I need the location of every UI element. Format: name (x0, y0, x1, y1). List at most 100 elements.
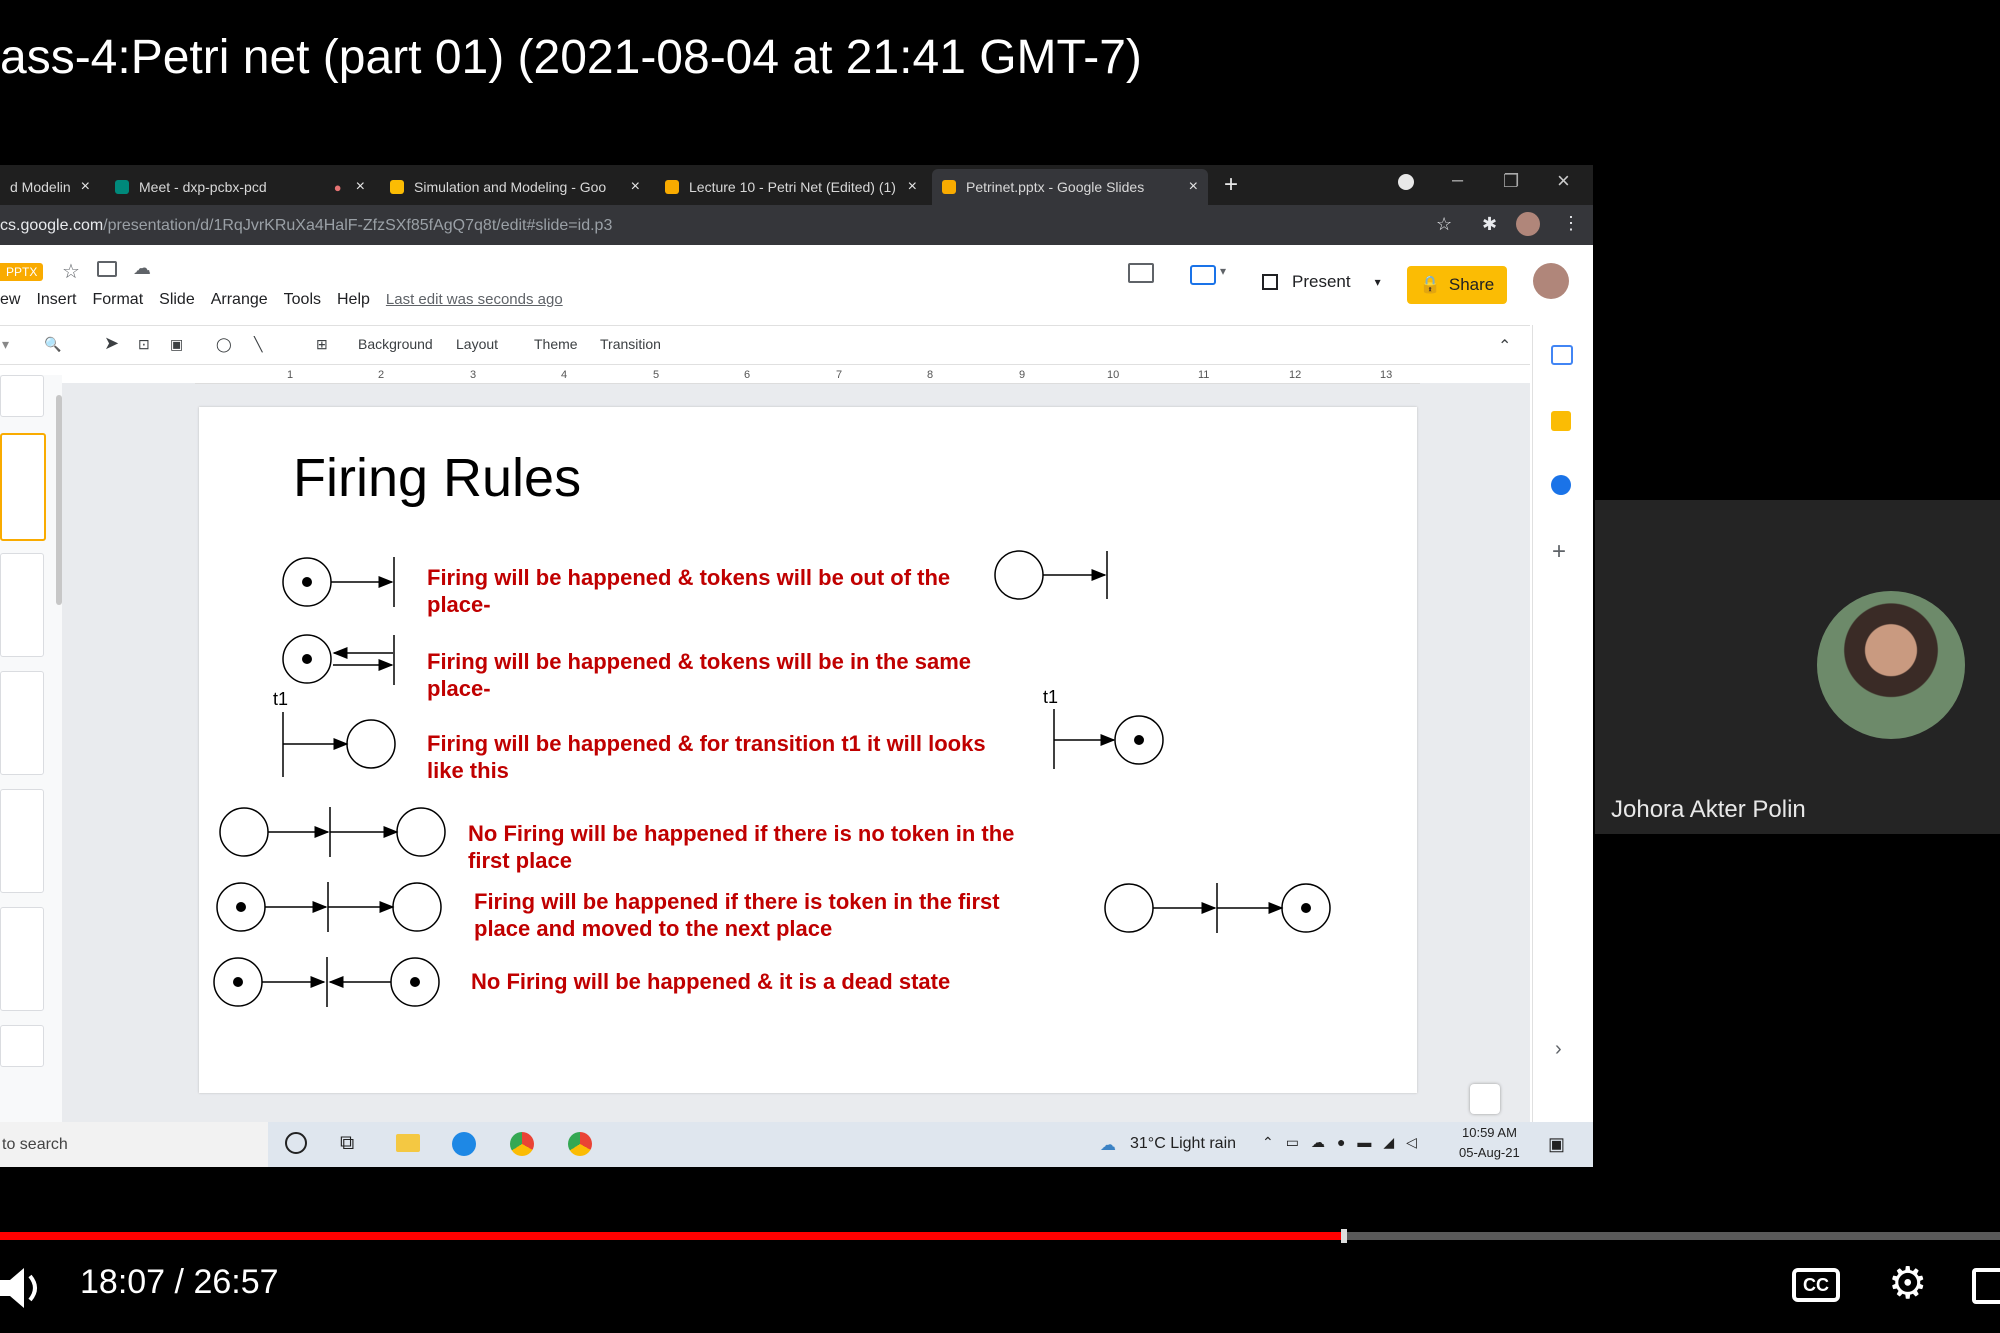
slide-thumbnail[interactable] (0, 553, 44, 657)
bookmark-star-icon[interactable]: ☆ (1436, 214, 1452, 235)
comment-add-icon[interactable]: ⊞ (316, 336, 328, 353)
slide-thumbnail[interactable] (0, 1025, 44, 1067)
shape-icon[interactable]: ◯ (216, 336, 232, 353)
cortana-icon[interactable] (285, 1132, 307, 1154)
menu-slide[interactable]: Slide (159, 291, 195, 308)
clock-time[interactable]: 10:59 AM (1462, 1125, 1517, 1140)
volume-icon[interactable] (0, 1266, 48, 1310)
miniplayer-icon[interactable] (1972, 1268, 2000, 1304)
chevron-down-icon[interactable]: ▾ (1220, 264, 1226, 278)
close-icon[interactable]: × (356, 178, 365, 196)
theme-button[interactable]: Theme (534, 336, 578, 352)
cloud-status-icon[interactable]: ☁ (133, 258, 151, 279)
star-icon[interactable]: ☆ (62, 259, 80, 284)
move-folder-icon[interactable] (97, 261, 117, 277)
menu-format[interactable]: Format (92, 291, 143, 308)
meet-present-icon[interactable] (1190, 265, 1216, 285)
add-addon-icon[interactable]: + (1552, 538, 1566, 566)
ruler-number: 4 (561, 369, 568, 381)
system-tray-icons[interactable]: ⌃▭☁●▬◢◁ (1262, 1134, 1429, 1151)
new-tab-icon[interactable]: + (1224, 171, 1238, 199)
browser-avatar[interactable] (1516, 212, 1540, 236)
layout-button[interactable]: Layout (456, 336, 498, 352)
slide-thumbnail[interactable] (0, 789, 44, 893)
calendar-icon[interactable] (1551, 345, 1573, 365)
zoom-icon[interactable]: 🔍 (44, 336, 61, 353)
chrome-icon[interactable] (510, 1132, 534, 1156)
side-panel: + › (1532, 325, 1593, 1128)
rule-text: Firing will be happened & for transition… (427, 730, 986, 784)
weather-text[interactable]: 31°C Light rain (1130, 1135, 1236, 1153)
close-icon[interactable]: × (81, 178, 90, 196)
minimize-icon[interactable]: – (1452, 169, 1463, 192)
slide-filmstrip (0, 375, 62, 1128)
place-empty (346, 719, 396, 769)
tasks-icon[interactable] (1551, 475, 1571, 495)
slide-thumbnail-selected[interactable] (0, 433, 46, 541)
ruler: 1 2 3 4 5 6 7 8 9 10 11 12 13 (195, 369, 1420, 384)
browser-tab[interactable]: Simulation and Modeling - Goo × (380, 169, 650, 205)
profile-indicator-icon[interactable] (1398, 174, 1414, 190)
menu-view[interactable]: ew (0, 291, 20, 308)
close-icon[interactable]: × (908, 178, 917, 196)
file-explorer-icon[interactable] (396, 1134, 420, 1152)
url-text[interactable]: cs.google.com/presentation/d/1RqJvrKRuXa… (0, 217, 612, 235)
image-icon[interactable]: ▣ (170, 336, 183, 353)
keep-icon[interactable] (1551, 411, 1571, 431)
explore-icon[interactable] (1470, 1084, 1500, 1114)
menu-insert[interactable]: Insert (36, 291, 76, 308)
menu-arrange[interactable]: Arrange (211, 291, 268, 308)
settings-gear-icon[interactable]: ⚙ (1888, 1262, 1927, 1306)
close-icon[interactable]: × (1189, 178, 1198, 196)
browser-tab[interactable]: d Modelin × (0, 169, 100, 205)
close-window-icon[interactable]: × (1557, 168, 1570, 194)
chrome-icon[interactable] (568, 1132, 592, 1156)
browser-tab[interactable]: Lecture 10 - Petri Net (Edited) (1) × (655, 169, 927, 205)
textbox-icon[interactable]: ⊡ (138, 336, 150, 353)
menu-tools[interactable]: Tools (284, 291, 321, 308)
present-button[interactable]: Present ▾ (1262, 265, 1381, 299)
lock-icon: 🔒 (1419, 275, 1441, 294)
extensions-icon[interactable]: ✱ (1482, 214, 1497, 235)
account-avatar[interactable] (1533, 263, 1569, 299)
address-bar[interactable]: cs.google.com/presentation/d/1RqJvrKRuXa… (0, 205, 1593, 245)
background-button[interactable]: Background (358, 336, 433, 352)
restore-icon[interactable]: ❐ (1503, 171, 1519, 192)
ruler-number: 12 (1289, 369, 1302, 381)
expand-panel-icon[interactable]: › (1555, 1038, 1562, 1061)
taskbar-search[interactable]: to search (0, 1122, 268, 1167)
last-edit-link[interactable]: Last edit was seconds ago (386, 291, 563, 308)
clock-date[interactable]: 05-Aug-21 (1459, 1145, 1520, 1160)
browser-tab-active[interactable]: Petrinet.pptx - Google Slides × (932, 169, 1208, 205)
place-empty (392, 882, 442, 932)
share-button[interactable]: 🔒 Share (1407, 266, 1507, 304)
filmstrip-scrollbar[interactable] (56, 395, 62, 605)
menu-help[interactable]: Help (337, 291, 370, 308)
comments-icon[interactable] (1128, 263, 1154, 283)
rule-text: Firing will be happened & tokens will be… (427, 564, 950, 618)
slide-thumbnail[interactable] (0, 671, 44, 775)
ruler-number: 8 (927, 369, 934, 381)
slide-thumbnail[interactable] (0, 907, 44, 1011)
notifications-icon[interactable]: ▣ (1548, 1134, 1565, 1155)
browser-tab[interactable]: Meet - dxp-pcbx-pcd ● × (105, 169, 375, 205)
chevron-down-icon[interactable]: ▾ (1375, 275, 1381, 289)
duration: 26:57 (193, 1263, 279, 1301)
browser-menu-icon[interactable]: ⋮ (1562, 213, 1580, 234)
slide-canvas[interactable]: Firing Rules t1 t1 Firing will be happen… (199, 407, 1417, 1093)
task-view-icon[interactable]: ⧉ (340, 1132, 354, 1155)
video-title: ass-4:Petri net (part 01) (2021-08-04 at… (0, 31, 1142, 84)
paint-format-icon[interactable]: ▾ (2, 336, 9, 353)
url-host: cs.google.com (0, 217, 104, 234)
collapse-toolbar-icon[interactable]: ⌃ (1498, 336, 1511, 356)
select-cursor-icon[interactable]: ➤ (104, 333, 119, 354)
captions-icon[interactable]: CC (1792, 1268, 1840, 1302)
ruler-number: 9 (1019, 369, 1026, 381)
progress-scrubber[interactable] (1341, 1229, 1347, 1243)
edge-icon[interactable] (452, 1132, 476, 1156)
transition-button[interactable]: Transition (600, 336, 661, 352)
slide-thumbnail[interactable] (0, 375, 44, 417)
line-icon[interactable]: ╲ (254, 336, 262, 353)
close-icon[interactable]: × (631, 178, 640, 196)
menu-bar: ew Insert Format Slide Arrange Tools Help Last … (0, 291, 579, 309)
